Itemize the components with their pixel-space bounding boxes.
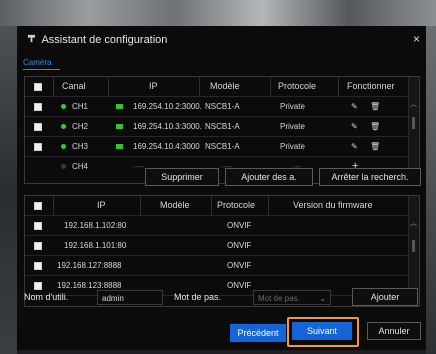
device-protocol: ONVIF (227, 281, 252, 290)
online-status-icon (61, 104, 66, 110)
camera-row[interactable]: CH2 169.254.10.3:3000. NSCB1-A Private ✎… (25, 117, 408, 137)
delete-icon[interactable]: 🗑 (370, 117, 380, 136)
camera-model: NSCB1-A (205, 142, 240, 151)
header-ip: IP (97, 200, 106, 210)
camera-row[interactable]: CH1 169.254.10.2:3000. NSCB1-A Private ✎… (25, 97, 408, 117)
add-devices-button[interactable]: Ajouter des a. (225, 168, 313, 186)
row-checkbox[interactable] (34, 242, 42, 250)
delete-icon[interactable]: 🗑 (370, 97, 380, 116)
wizard-pin-icon (27, 34, 39, 46)
close-icon[interactable]: × (413, 32, 420, 46)
device-ip: 192.168.1.101:80 (64, 241, 127, 250)
connected-icon (116, 144, 123, 150)
header-firmware: Version du firmware (293, 200, 373, 210)
scroll-up-icon[interactable]: ︿ (410, 218, 417, 228)
select-all-checkbox[interactable] (34, 202, 42, 210)
row-checkbox[interactable] (34, 123, 42, 131)
edit-icon[interactable]: ✎ (351, 117, 358, 136)
show-password-icon[interactable]: ⌄ (319, 291, 326, 306)
add-device-button[interactable]: Ajouter (352, 288, 418, 306)
camera-table-header: Canal IP Modèle Protocole Fonctionner (25, 77, 408, 97)
password-placeholder: Mot de pas. (258, 294, 300, 303)
edit-icon[interactable]: ✎ (351, 137, 358, 156)
background-video-strip (0, 0, 436, 26)
camera-ip: 169.254.10.3:3000. (133, 122, 202, 131)
next-button[interactable]: Suivant (292, 322, 352, 340)
search-row[interactable]: 192.168.1.102:80 ONVIF (25, 216, 408, 236)
camera-model: NSCB1-A (205, 102, 240, 111)
header-model: Modèle (160, 200, 190, 210)
header-ip: IP (149, 81, 158, 91)
previous-button[interactable]: Précédent (230, 324, 286, 342)
scroll-up-icon[interactable]: ︿ (410, 99, 417, 109)
offline-status-icon (61, 164, 66, 170)
tab-underline (23, 69, 60, 70)
scroll-thumb[interactable] (412, 117, 415, 129)
camera-row[interactable]: CH3 169.254.10.4:3000 NSCB1-A Private ✎ … (25, 137, 408, 157)
search-table-header: IP Modèle Protocole Version du firmware (25, 196, 408, 216)
background-video-left (0, 26, 17, 354)
header-channel: Canal (62, 81, 86, 91)
header-protocol: Protocole (278, 81, 317, 91)
username-field[interactable]: admin (97, 290, 163, 305)
device-protocol: ONVIF (227, 221, 252, 230)
camera-ip: 169.254.10.4:3000 (133, 142, 200, 151)
device-ip: 192.168.127:8888 (57, 261, 122, 270)
channel-label: CH2 (72, 122, 89, 131)
camera-table-scrollbar[interactable]: ︿ ﹀ (408, 77, 419, 181)
cancel-button[interactable]: Annuler (367, 322, 421, 340)
search-row[interactable]: 192.168.1.101:80 ONVIF (25, 236, 408, 256)
channel-label: CH3 (72, 142, 89, 151)
row-checkbox[interactable] (34, 103, 42, 111)
connected-icon (116, 124, 123, 130)
connected-icon (116, 104, 123, 110)
dialog-title: Assistant de configuration (27, 34, 167, 46)
header-operate: Fonctionner (347, 81, 395, 91)
header-model: Modèle (210, 81, 240, 91)
select-all-checkbox[interactable] (34, 83, 42, 91)
camera-protocol: Private (280, 122, 305, 131)
device-ip: 192.168.1.102:80 (64, 221, 127, 230)
camera-ip: 169.254.10.2:3000. (133, 102, 202, 111)
dialog-title-text: Assistant de configuration (41, 34, 168, 46)
channel-label: CH4 (72, 162, 89, 171)
password-label: Mot de pas. (174, 292, 222, 302)
setup-wizard-dialog: Assistant de configuration × Caméra Cana… (17, 26, 426, 350)
row-checkbox[interactable] (34, 262, 42, 270)
camera-ip: ---- (133, 162, 144, 171)
tab-camera[interactable]: Caméra (23, 58, 51, 67)
online-status-icon (61, 124, 66, 130)
camera-protocol: Private (280, 102, 305, 111)
delete-button[interactable]: Supprimer (145, 168, 219, 186)
device-protocol: ONVIF (227, 261, 252, 270)
camera-protocol: Private (280, 142, 305, 151)
header-protocol: Protocole (217, 200, 256, 210)
scroll-thumb[interactable] (412, 240, 415, 252)
camera-model: NSCB1-A (205, 122, 240, 131)
search-row[interactable]: 192.168.127:8888 ONVIF (25, 256, 408, 276)
username-label: Nom d'utili. (24, 292, 69, 302)
row-checkbox[interactable] (34, 143, 42, 151)
password-field[interactable]: Mot de pas. ⌄ (253, 290, 331, 305)
online-status-icon (61, 144, 66, 150)
device-protocol: ONVIF (227, 241, 252, 250)
channel-label: CH1 (72, 102, 89, 111)
background-video-right (426, 26, 436, 354)
edit-icon[interactable]: ✎ (351, 97, 358, 116)
delete-icon[interactable]: 🗑 (370, 137, 380, 156)
row-checkbox[interactable] (34, 222, 42, 230)
stop-search-button[interactable]: Arrêter la recherch. (319, 168, 421, 186)
row-checkbox[interactable] (34, 282, 42, 290)
